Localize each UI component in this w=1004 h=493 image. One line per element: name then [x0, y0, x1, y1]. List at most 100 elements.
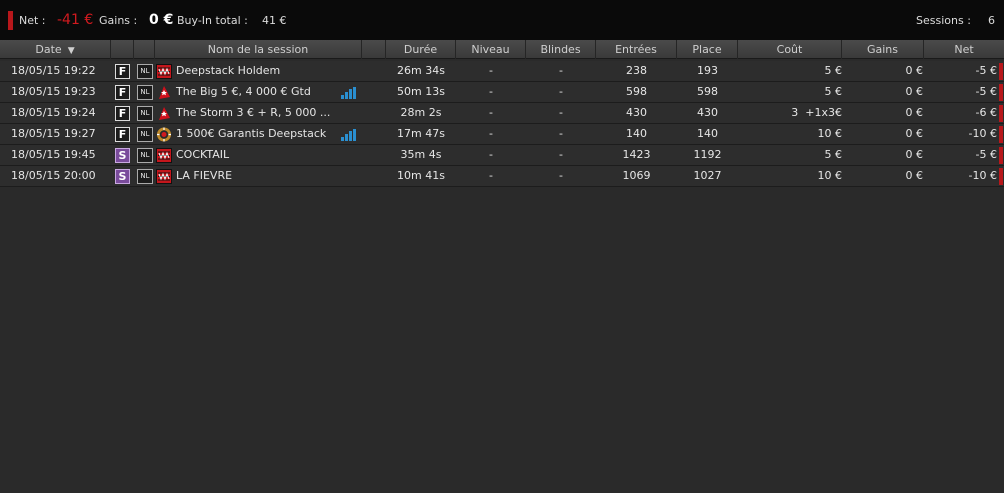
column-place[interactable]: Place: [677, 40, 738, 59]
cell-net: -10 €: [968, 127, 997, 140]
cell-place: 140: [697, 127, 718, 140]
cell-cost: 10 €: [817, 127, 843, 140]
cell-gains: 0 €: [905, 148, 924, 161]
cell-name: The Storm 3 € + R, 5 000 ...: [176, 106, 331, 119]
limit-badge: NL: [137, 148, 153, 163]
cell-duration: 35m 4s: [400, 148, 442, 161]
loss-marker: [999, 168, 1003, 185]
limit-badge: NL: [137, 106, 153, 121]
cell-level: -: [489, 64, 493, 77]
cell-name: Deepstack Holdem: [176, 64, 281, 77]
cell-duration: 10m 41s: [397, 169, 445, 182]
cell-gains: 0 €: [905, 106, 924, 119]
cell-gains: 0 €: [905, 64, 924, 77]
cell-cost: 5 €: [824, 64, 843, 77]
sort-descending-icon: ▼: [67, 46, 75, 56]
cell-name: The Big 5 €, 4 000 € Gtd: [176, 85, 311, 98]
poker-chip-icon: [157, 127, 171, 142]
cell-date: 18/05/15 19:45: [11, 148, 96, 161]
cell-net: -5 €: [975, 85, 997, 98]
net-total: -41 €: [57, 12, 94, 28]
column-type[interactable]: [111, 40, 134, 59]
type-badge: F: [115, 127, 130, 142]
cell-level: -: [489, 148, 493, 161]
winamax-icon: [156, 148, 172, 163]
stats-bars-icon[interactable]: [341, 129, 356, 141]
sessions-count: 6: [988, 14, 995, 27]
cell-duration: 26m 34s: [397, 64, 445, 77]
type-badge: S: [115, 148, 130, 163]
column-limit[interactable]: [134, 40, 155, 59]
type-badge: F: [115, 106, 130, 121]
cell-blinds: -: [559, 169, 563, 182]
cell-cost: 10 €: [817, 169, 843, 182]
column-date[interactable]: Date ▼: [0, 40, 111, 59]
cell-level: -: [489, 169, 493, 182]
cell-duration: 17m 47s: [397, 127, 445, 140]
winamax-icon: [156, 169, 172, 184]
column-level[interactable]: Niveau: [456, 40, 526, 59]
cell-place: 1192: [693, 148, 722, 161]
cell-gains: 0 €: [905, 127, 924, 140]
cell-blinds: -: [559, 127, 563, 140]
cell-date: 18/05/15 19:22: [11, 64, 96, 77]
cell-date: 18/05/15 19:23: [11, 85, 96, 98]
buyin-label: Buy-In total :: [177, 14, 248, 27]
cell-cost: 3 +1x3€: [791, 106, 842, 119]
cell-gains: 0 €: [905, 85, 924, 98]
cell-duration: 50m 13s: [397, 85, 445, 98]
gains-label: Gains :: [99, 14, 138, 27]
cell-net: -10 €: [968, 169, 997, 182]
limit-badge: NL: [137, 127, 153, 142]
table-row[interactable]: 18/05/15 19:45 S NL COCKTAIL 35m 4s - - …: [0, 145, 1004, 166]
column-name[interactable]: Nom de la session: [155, 40, 362, 59]
cell-entries: 430: [626, 106, 647, 119]
table-row[interactable]: 18/05/15 19:24 F NL The Storm 3 € + R, 5…: [0, 103, 1004, 124]
column-indicator[interactable]: [362, 40, 386, 59]
pokerstars-icon: [159, 86, 170, 99]
cell-date: 18/05/15 20:00: [11, 169, 96, 182]
buyin-total: 41 €: [262, 14, 287, 27]
table-header: Date ▼ Nom de la session Durée Niveau Bli…: [0, 40, 1004, 59]
cell-level: -: [489, 106, 493, 119]
cell-net: -5 €: [975, 148, 997, 161]
column-gains[interactable]: Gains: [842, 40, 924, 59]
cell-blinds: -: [559, 148, 563, 161]
cell-blinds: -: [559, 64, 563, 77]
column-entries[interactable]: Entrées: [596, 40, 677, 59]
winamax-icon: [156, 64, 172, 79]
loss-marker: [999, 63, 1003, 80]
table-row[interactable]: 18/05/15 19:27 F NL 1 500€ Garantis Deep…: [0, 124, 1004, 145]
stats-bars-icon[interactable]: [341, 87, 356, 99]
type-badge: F: [115, 64, 130, 79]
cell-place: 193: [697, 64, 718, 77]
cell-blinds: -: [559, 106, 563, 119]
column-cost[interactable]: Coût: [738, 40, 842, 59]
sessions-label: Sessions :: [916, 14, 971, 27]
cell-duration: 28m 2s: [400, 106, 442, 119]
table-row[interactable]: 18/05/15 19:23 F NL The Big 5 €, 4 000 €…: [0, 82, 1004, 103]
column-blinds[interactable]: Blindes: [526, 40, 596, 59]
summary-bar: Net : -41 € Gains : 0 € Buy-In total : 4…: [0, 0, 1004, 40]
cell-net: -5 €: [975, 64, 997, 77]
loss-marker: [999, 147, 1003, 164]
limit-badge: NL: [137, 64, 153, 79]
type-badge: S: [115, 169, 130, 184]
cell-entries: 1423: [622, 148, 651, 161]
cell-cost: 5 €: [824, 85, 843, 98]
table-row[interactable]: 18/05/15 19:22 F NL Deepstack Holdem 26m…: [0, 61, 1004, 82]
cell-level: -: [489, 85, 493, 98]
limit-badge: NL: [137, 169, 153, 184]
limit-badge: NL: [137, 85, 153, 100]
column-duration[interactable]: Durée: [386, 40, 456, 59]
type-badge: F: [115, 85, 130, 100]
cell-entries: 598: [626, 85, 647, 98]
cell-entries: 1069: [622, 169, 651, 182]
cell-entries: 238: [626, 64, 647, 77]
pokerstars-icon: [159, 107, 170, 120]
column-net[interactable]: Net: [924, 40, 1004, 59]
table-row[interactable]: 18/05/15 20:00 S NL LA FIEVRE 10m 41s - …: [0, 166, 1004, 187]
cell-date: 18/05/15 19:27: [11, 127, 96, 140]
cell-name: COCKTAIL: [176, 148, 230, 161]
cell-blinds: -: [559, 85, 563, 98]
